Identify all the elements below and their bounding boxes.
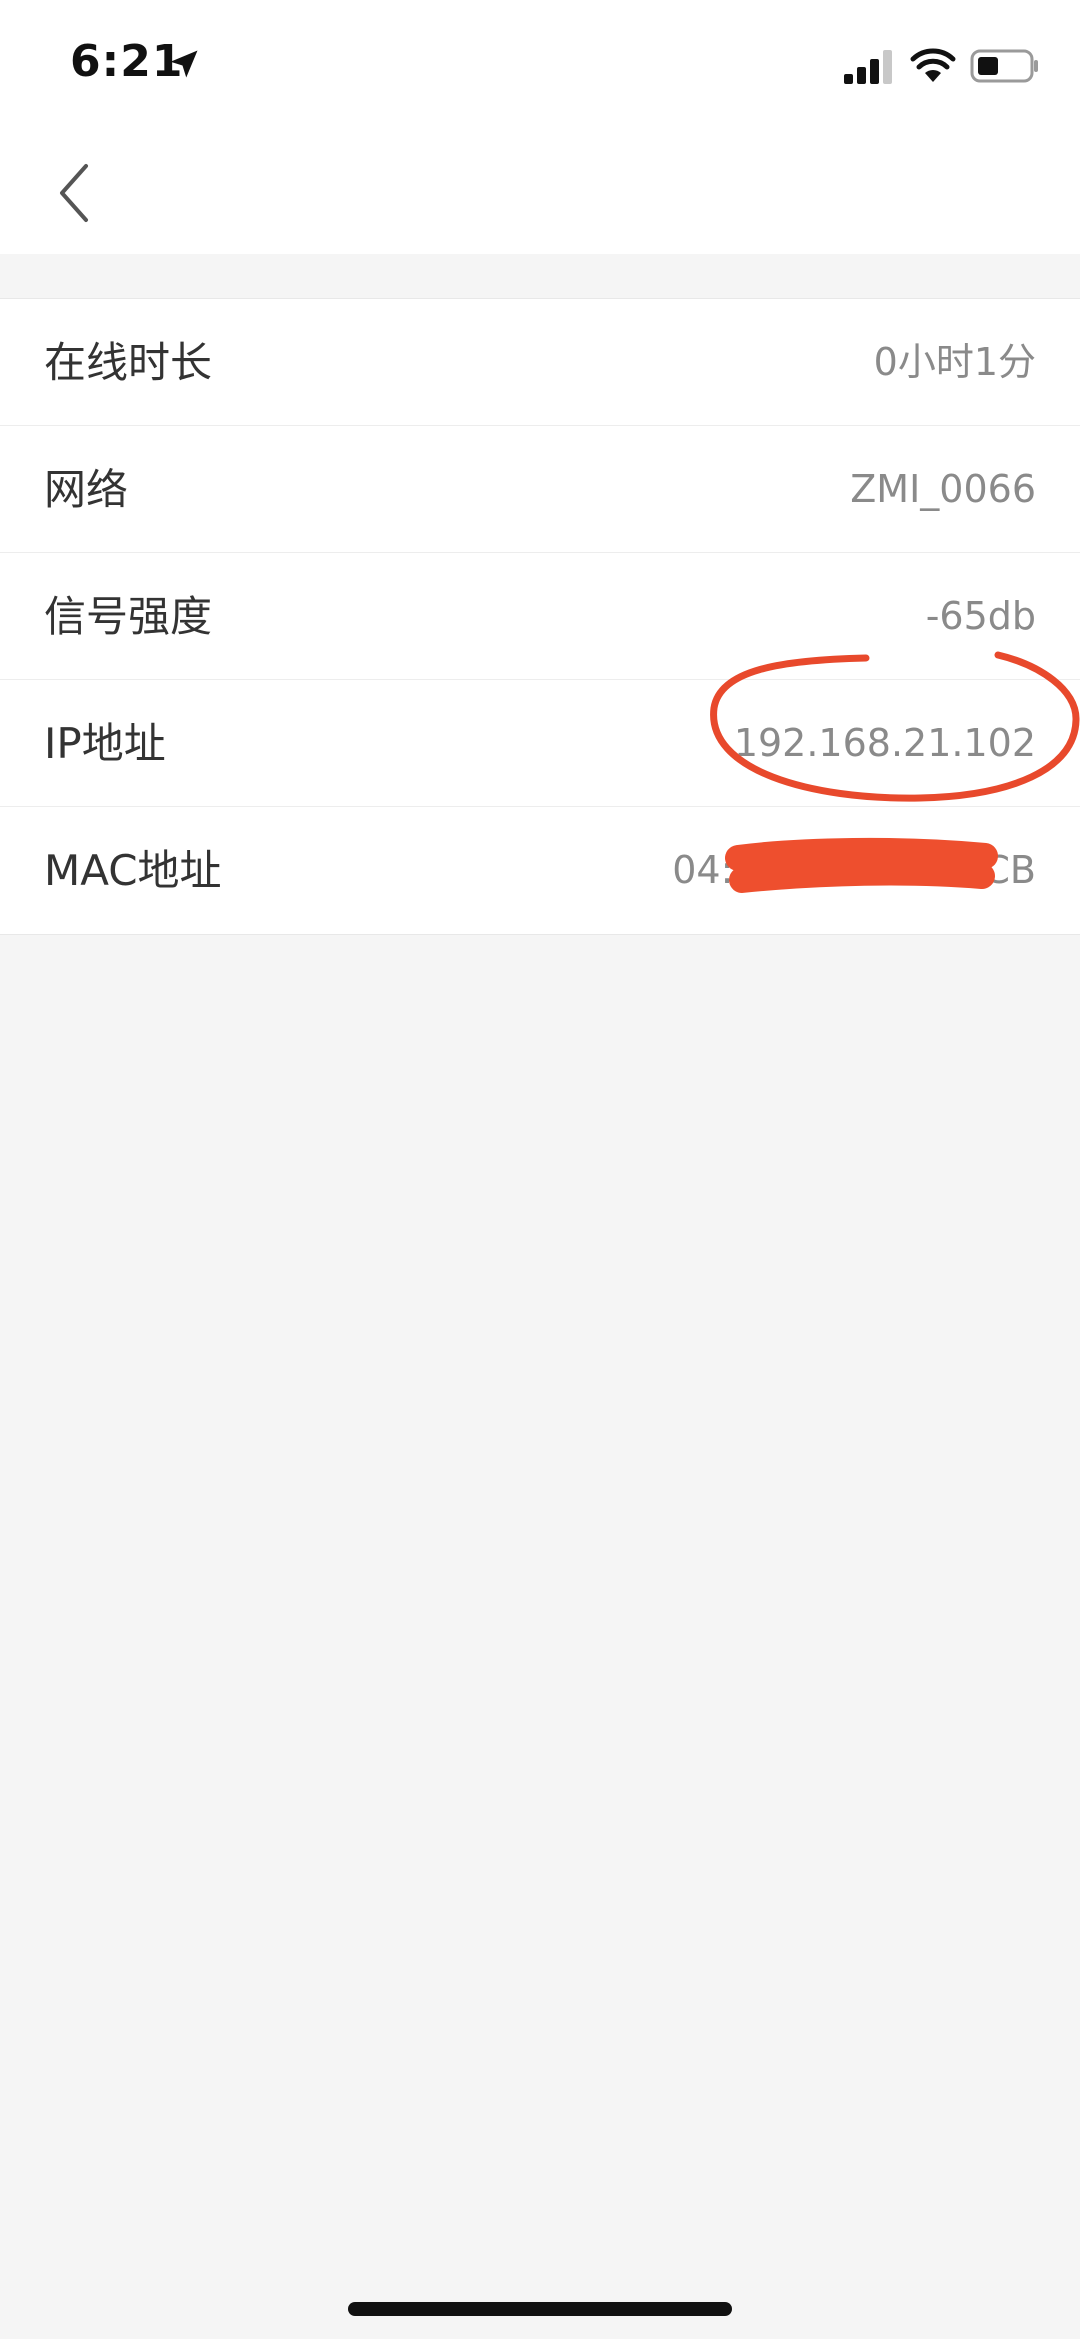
cellular-signal-icon <box>844 50 892 84</box>
chevron-left-icon[interactable] <box>52 162 96 224</box>
ip-address-value: 192.168.21.102 <box>733 721 1036 765</box>
status-bar: 6:21 <box>0 0 1080 132</box>
network-label: 网络 <box>44 465 129 514</box>
online-duration-value: 0小时1分 <box>873 340 1036 384</box>
list-item-signal-strength: 信号强度 -65db <box>0 553 1080 680</box>
mac-address-label: MAC地址 <box>44 846 222 895</box>
network-value: ZMI_0066 <box>850 467 1036 511</box>
list-item-ip-address: IP地址 192.168.21.102 <box>0 680 1080 807</box>
battery-icon <box>970 49 1038 83</box>
list-item-network: 网络 ZMI_0066 <box>0 426 1080 553</box>
signal-strength-value: -65db <box>925 594 1036 638</box>
mac-address-value: 04: CB <box>672 807 1036 934</box>
online-duration-label: 在线时长 <box>44 338 213 387</box>
list-item-online-duration: 在线时长 0小时1分 <box>0 299 1080 426</box>
home-indicator[interactable] <box>348 2302 732 2316</box>
ip-address-label: IP地址 <box>44 719 166 768</box>
navigation-bar <box>0 132 1080 254</box>
list-item-mac-address: MAC地址 04: CB <box>0 807 1080 934</box>
mac-address-prefix: 04: <box>672 848 734 892</box>
wifi-icon <box>910 48 956 82</box>
device-details-list: 在线时长 0小时1分 网络 ZMI_0066 信号强度 -65db IP地址 1… <box>0 298 1080 935</box>
location-arrow-icon <box>170 50 198 78</box>
mac-address-suffix: CB <box>983 848 1036 892</box>
signal-strength-label: 信号强度 <box>44 592 213 641</box>
